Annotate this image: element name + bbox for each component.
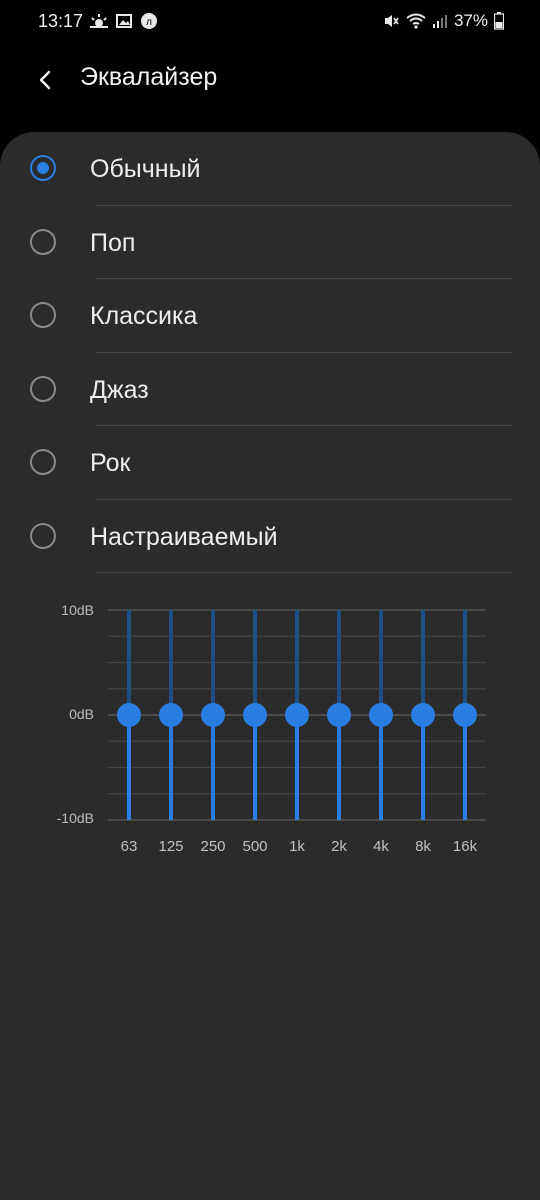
frequency-label: 125 (158, 838, 184, 855)
signal-icon (432, 15, 447, 28)
radio-button[interactable] (30, 228, 56, 255)
image-icon (116, 14, 132, 28)
db-label-top: 10dB (61, 602, 94, 618)
preset-list: Обычный Поп Классика Джаз Рок Настраивае… (0, 132, 540, 573)
chevron-left-icon (39, 70, 51, 90)
frequency-label: 63 (120, 838, 138, 855)
radio-button[interactable] (30, 155, 56, 181)
slider-thumb-16k[interactable] (453, 703, 477, 727)
slider-thumb-63[interactable] (117, 703, 141, 727)
preset-label: Настраиваемый (90, 522, 278, 551)
frequency-label: 2k (331, 838, 347, 855)
radio-button[interactable] (30, 449, 56, 475)
slider-thumb-2k[interactable] (327, 703, 351, 727)
weather-icon (90, 14, 108, 28)
preset-label: Поп (90, 228, 136, 257)
battery-percent: 37% (453, 11, 488, 30)
slider-thumb-8k[interactable] (411, 703, 435, 727)
mute-icon (384, 15, 399, 27)
slider-thumb-4k[interactable] (369, 703, 393, 727)
preset-label: Рок (90, 449, 131, 477)
equalizer-card: Обычный Поп Классика Джаз Рок Настраивае… (0, 132, 540, 1200)
app-bar: Эквалайзер (0, 46, 540, 112)
radio-button[interactable] (30, 522, 56, 549)
status-right: 37% (382, 11, 504, 31)
preset-label: Обычный (90, 155, 201, 183)
svg-text:л: л (146, 17, 152, 28)
frequency-label: 16k (452, 838, 478, 855)
preset-label: Классика (90, 302, 198, 330)
radio-button[interactable] (30, 302, 56, 328)
preset-item-classic[interactable]: Классика (0, 279, 540, 353)
battery-icon (494, 12, 504, 30)
slider-thumb-1k[interactable] (285, 703, 309, 727)
frequency-label: 250 (200, 838, 226, 855)
frequency-label: 4k (373, 838, 389, 855)
back-button[interactable] (26, 60, 66, 100)
status-time: 13:17 (38, 11, 84, 31)
slider-thumb-500[interactable] (243, 703, 267, 727)
preset-item-jazz[interactable]: Джаз (0, 353, 540, 426)
divider (96, 572, 512, 573)
app-icon: л (141, 13, 157, 29)
status-bar: 13:17 л 37% (0, 0, 540, 46)
db-label-zero: 0dB (69, 706, 94, 722)
preset-item-normal[interactable]: Обычный (0, 132, 540, 206)
slider-thumb-250[interactable] (201, 703, 225, 727)
db-label-bottom: -10dB (56, 810, 94, 826)
radio-button[interactable] (30, 375, 56, 402)
preset-label: Джаз (90, 375, 149, 404)
frequency-label: 500 (242, 838, 268, 855)
preset-item-custom[interactable]: Настраиваемый (0, 500, 540, 573)
frequency-label: 1k (289, 838, 305, 855)
preset-item-pop[interactable]: Поп (0, 206, 540, 279)
equalizer-graph: 10dB 0dB -10dB 63 125 250 500 1k 2k 4k 8k 16k (0, 602, 540, 862)
frequency-label: 8k (415, 838, 431, 855)
status-left-icons: л (90, 12, 158, 30)
wifi-icon (406, 13, 426, 29)
preset-item-rock[interactable]: Рок (0, 426, 540, 500)
slider-thumb-125[interactable] (159, 703, 183, 727)
page-title: Эквалайзер (80, 63, 218, 91)
